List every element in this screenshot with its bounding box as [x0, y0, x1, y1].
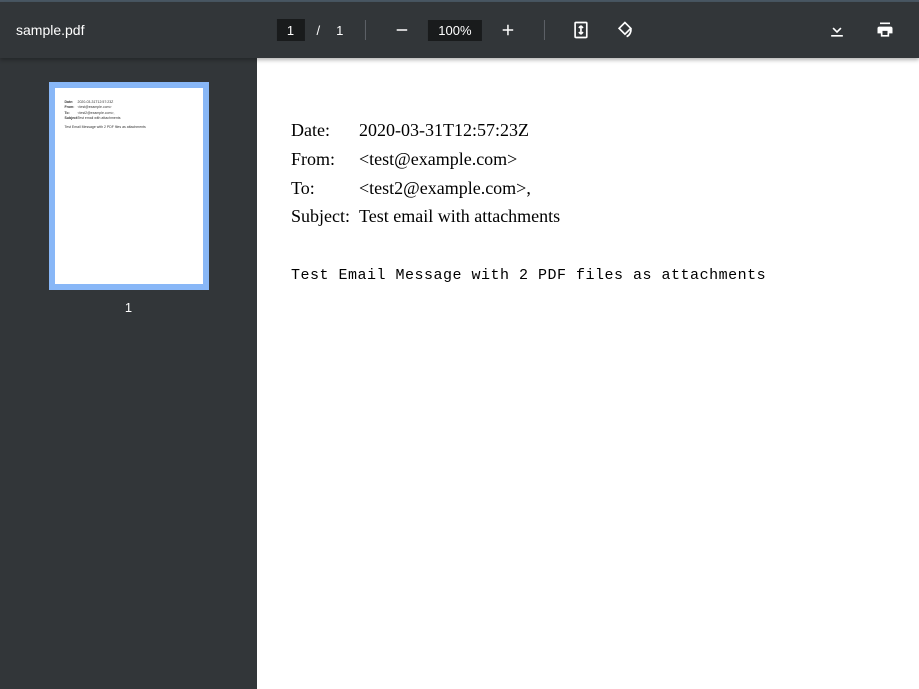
page-number-input[interactable] [276, 19, 304, 41]
thumbnail-preview: Date:2020-03-31T12:57:23Z From:<test@exa… [65, 100, 193, 130]
pdf-content-area[interactable]: Date: 2020-03-31T12:57:23Z From: <test@e… [257, 58, 919, 689]
toolbar-center: / 1 100% [276, 12, 642, 48]
zoom-in-button[interactable] [490, 12, 526, 48]
email-header-row: To: <test2@example.com>, [291, 174, 885, 203]
zoom-level-label: 100% [428, 20, 481, 41]
plus-icon [499, 21, 517, 39]
pdf-page: Date: 2020-03-31T12:57:23Z From: <test@e… [291, 116, 885, 284]
download-button[interactable] [819, 12, 855, 48]
date-value: 2020-03-31T12:57:23Z [359, 116, 529, 145]
page-thumbnail[interactable]: Date:2020-03-31T12:57:23Z From:<test@exa… [49, 82, 209, 290]
rotate-button[interactable] [607, 12, 643, 48]
print-icon [875, 20, 895, 40]
thumbnail-sidebar: Date:2020-03-31T12:57:23Z From:<test@exa… [0, 58, 257, 689]
fit-page-icon [571, 20, 591, 40]
email-body: Test Email Message with 2 PDF files as a… [291, 267, 885, 284]
pdf-toolbar: sample.pdf / 1 100% [0, 2, 919, 58]
total-pages-label: 1 [336, 23, 343, 38]
from-value: <test@example.com> [359, 145, 517, 174]
rotate-icon [615, 20, 635, 40]
to-value: <test2@example.com>, [359, 174, 531, 203]
email-header-row: Subject: Test email with attachments [291, 202, 885, 231]
download-icon [827, 20, 847, 40]
toolbar-right [819, 12, 903, 48]
subject-label: Subject: [291, 202, 359, 231]
thumbnail-page-number: 1 [125, 300, 132, 315]
toolbar-divider [365, 20, 366, 40]
subject-value: Test email with attachments [359, 202, 560, 231]
zoom-out-button[interactable] [384, 12, 420, 48]
print-button[interactable] [867, 12, 903, 48]
to-label: To: [291, 174, 359, 203]
thumbnail-item: Date:2020-03-31T12:57:23Z From:<test@exa… [49, 82, 209, 315]
minus-icon [393, 21, 411, 39]
filename-label: sample.pdf [16, 22, 84, 38]
fit-to-page-button[interactable] [563, 12, 599, 48]
date-label: Date: [291, 116, 359, 145]
email-header-row: Date: 2020-03-31T12:57:23Z [291, 116, 885, 145]
email-header-row: From: <test@example.com> [291, 145, 885, 174]
toolbar-divider [544, 20, 545, 40]
main-area: Date:2020-03-31T12:57:23Z From:<test@exa… [0, 58, 919, 689]
from-label: From: [291, 145, 359, 174]
page-separator: / [316, 23, 320, 38]
